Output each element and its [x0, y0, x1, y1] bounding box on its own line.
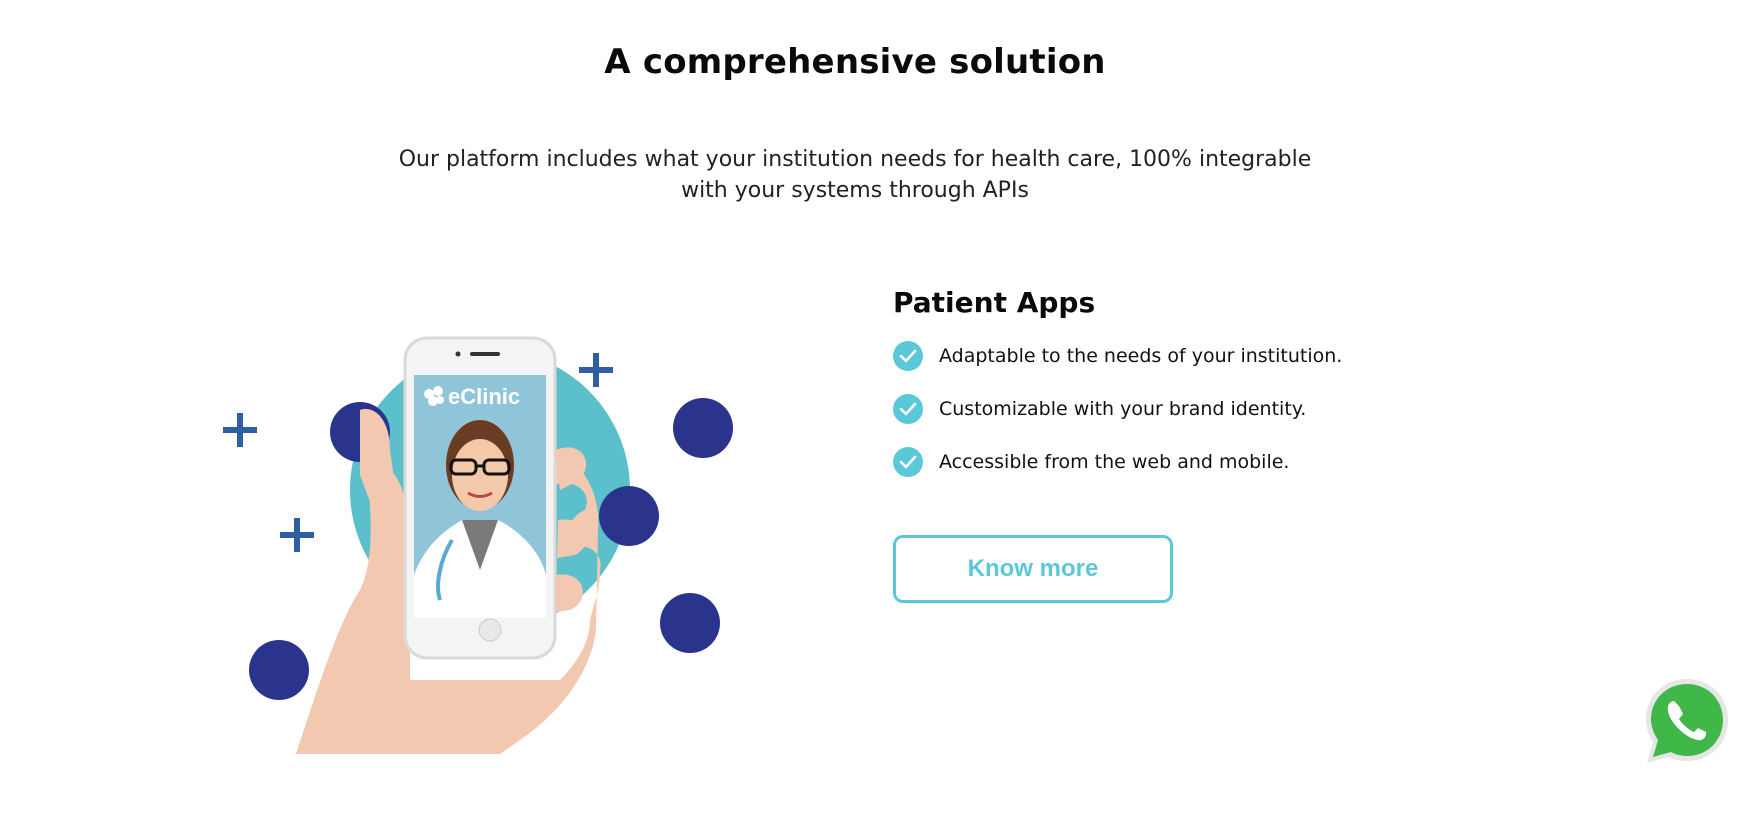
feature-text: Adaptable to the needs of your instituti… — [939, 345, 1343, 367]
feature-text: Accessible from the web and mobile. — [939, 451, 1290, 473]
navy-dot — [249, 640, 309, 700]
feature-text: Customizable with your brand identity. — [939, 398, 1307, 420]
list-item: Accessible from the web and mobile. — [893, 447, 1513, 477]
section-intro-line-1: Our platform includes what your institut… — [398, 147, 1312, 172]
whatsapp-icon — [1646, 679, 1728, 763]
whatsapp-button[interactable] — [1638, 673, 1736, 771]
check-icon — [893, 341, 923, 371]
section-title: A comprehensive solution — [604, 42, 1106, 82]
feature-list: Adaptable to the needs of your instituti… — [893, 341, 1513, 477]
feature-block: Patient Apps Adaptable to the needs of y… — [893, 286, 1513, 603]
patient-app-illustration: eClinic — [200, 300, 760, 760]
list-item: Adaptable to the needs of your instituti… — [893, 341, 1513, 371]
plus-icon — [280, 518, 314, 552]
check-icon — [893, 394, 923, 424]
section-intro: Our platform includes what your institut… — [355, 144, 1355, 206]
app-brand-text: eClinic — [448, 384, 520, 409]
plus-icon — [579, 353, 613, 387]
page: A comprehensive solution Our platform in… — [0, 0, 1747, 814]
section-intro-line-2: with your systems through APIs — [681, 178, 1029, 203]
navy-dot — [673, 398, 733, 458]
navy-dot — [599, 486, 659, 546]
feature-title: Patient Apps — [893, 286, 1096, 319]
plus-icon — [223, 413, 257, 447]
list-item: Customizable with your brand identity. — [893, 394, 1513, 424]
know-more-button[interactable]: Know more — [893, 535, 1173, 603]
check-icon — [893, 447, 923, 477]
navy-dot — [660, 593, 720, 653]
